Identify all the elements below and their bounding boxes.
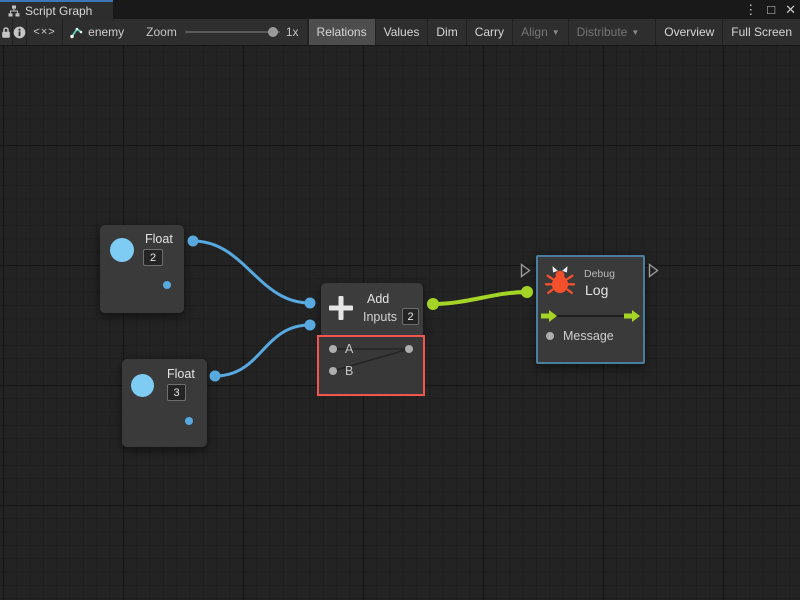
sum-output-port[interactable] bbox=[405, 345, 413, 353]
graph-canvas[interactable]: Float 2 Float 3 Add Inputs 2 bbox=[0, 46, 800, 600]
wire-add-to-log bbox=[433, 292, 527, 304]
wire-endpoint bbox=[210, 371, 221, 382]
node-title: Float bbox=[145, 232, 173, 246]
output-port[interactable] bbox=[185, 417, 193, 425]
float-type-icon bbox=[110, 238, 134, 262]
float-type-icon bbox=[131, 374, 154, 397]
message-input-port[interactable] bbox=[546, 332, 554, 340]
node-title: Log bbox=[585, 282, 608, 298]
graph-asset-breadcrumb[interactable]: enemy bbox=[63, 19, 132, 45]
graph-hierarchy-icon bbox=[8, 5, 20, 17]
graph-toolbar: <×> enemy Zoom 1x Relations Valu bbox=[0, 19, 800, 46]
full-screen-label: Full Screen bbox=[731, 25, 792, 39]
carry-button[interactable]: Carry bbox=[466, 19, 512, 45]
input-port-b[interactable] bbox=[329, 367, 337, 375]
chevron-down-icon: ▼ bbox=[631, 28, 639, 37]
distribute-dropdown[interactable]: Distribute ▼ bbox=[568, 19, 648, 45]
zoom-label: Zoom bbox=[146, 25, 177, 39]
inputs-count-field[interactable]: 2 bbox=[402, 308, 419, 325]
carry-label: Carry bbox=[475, 25, 504, 39]
node-title: Float bbox=[167, 367, 195, 381]
flow-connector-line bbox=[556, 315, 624, 317]
float-node-1[interactable]: Float 2 bbox=[100, 225, 184, 313]
tab-title: Script Graph bbox=[25, 4, 92, 18]
menu-icon[interactable]: ⋮ bbox=[744, 0, 757, 19]
float-node-2[interactable]: Float 3 bbox=[122, 359, 207, 447]
wire-endpoint bbox=[521, 286, 533, 298]
zoom-slider-thumb[interactable] bbox=[268, 27, 278, 37]
graph-asset-name: enemy bbox=[88, 25, 124, 39]
edit-source-button[interactable]: <×> bbox=[27, 19, 63, 45]
zoom-slider[interactable] bbox=[185, 19, 280, 45]
message-port-label: Message bbox=[563, 329, 614, 343]
wire-float2-to-add-b bbox=[215, 325, 310, 376]
float-value-field[interactable]: 2 bbox=[143, 249, 163, 266]
chevron-down-icon: ▼ bbox=[552, 28, 560, 37]
output-port[interactable] bbox=[163, 281, 171, 289]
wire-endpoint bbox=[188, 236, 199, 247]
align-label: Align bbox=[521, 25, 548, 39]
values-label: Values bbox=[384, 25, 420, 39]
window-controls: ⋮ □ ✕ bbox=[744, 0, 796, 19]
add-node[interactable]: Add Inputs 2 A B bbox=[321, 283, 423, 335]
wire-endpoint bbox=[427, 298, 439, 310]
toolbar-gap bbox=[647, 19, 655, 45]
dim-button[interactable]: Dim bbox=[427, 19, 465, 45]
flow-in-arrow-icon[interactable] bbox=[541, 310, 557, 322]
lock-icon bbox=[0, 26, 12, 39]
tab-script-graph[interactable]: Script Graph bbox=[0, 0, 113, 19]
inspect-button[interactable] bbox=[13, 19, 27, 45]
wire-endpoint bbox=[305, 320, 316, 331]
flow-entry-triangle-icon[interactable] bbox=[520, 263, 531, 278]
align-dropdown[interactable]: Align ▼ bbox=[512, 19, 568, 45]
overview-button[interactable]: Overview bbox=[655, 19, 722, 45]
values-button[interactable]: Values bbox=[375, 19, 428, 45]
debug-log-node[interactable]: Debug Log Message bbox=[536, 255, 645, 364]
info-icon bbox=[13, 26, 26, 39]
tab-strip: Script Graph ⋮ □ ✕ bbox=[0, 0, 800, 19]
unity-script-graph-window: Script Graph ⋮ □ ✕ <×> bbox=[0, 0, 800, 600]
bug-icon bbox=[545, 265, 575, 295]
wire-float1-to-add-a bbox=[193, 241, 310, 303]
zoom-control: Zoom 1x bbox=[132, 19, 307, 45]
code-icon: <×> bbox=[33, 26, 55, 38]
inputs-label: Inputs bbox=[363, 310, 397, 324]
plus-icon bbox=[327, 294, 355, 322]
close-icon[interactable]: ✕ bbox=[785, 0, 796, 19]
zoom-slider-track[interactable] bbox=[185, 31, 280, 33]
zoom-value: 1x bbox=[286, 25, 299, 39]
flow-exit-triangle-icon[interactable] bbox=[648, 263, 659, 278]
lock-button[interactable] bbox=[0, 19, 13, 45]
wire-endpoint bbox=[305, 298, 316, 309]
float-value-field[interactable]: 3 bbox=[167, 384, 186, 401]
relations-label: Relations bbox=[317, 25, 367, 39]
toolbar-button-group: Relations Values Dim Carry Align ▼ Distr… bbox=[308, 19, 800, 45]
node-title: Add bbox=[367, 292, 389, 306]
input-port-a[interactable] bbox=[329, 345, 337, 353]
port-b-label: B bbox=[345, 364, 353, 378]
relations-button[interactable]: Relations bbox=[308, 19, 375, 45]
add-port-section-selected[interactable]: A B bbox=[317, 335, 425, 396]
dim-label: Dim bbox=[436, 25, 457, 39]
distribute-label: Distribute bbox=[577, 25, 628, 39]
flow-out-arrow-icon[interactable] bbox=[624, 310, 640, 322]
port-a-label: A bbox=[345, 342, 353, 356]
overview-label: Overview bbox=[664, 25, 714, 39]
script-graph-asset-icon bbox=[69, 25, 83, 39]
full-screen-button[interactable]: Full Screen bbox=[722, 19, 800, 45]
node-category: Debug bbox=[584, 268, 615, 280]
maximize-icon[interactable]: □ bbox=[767, 0, 775, 19]
